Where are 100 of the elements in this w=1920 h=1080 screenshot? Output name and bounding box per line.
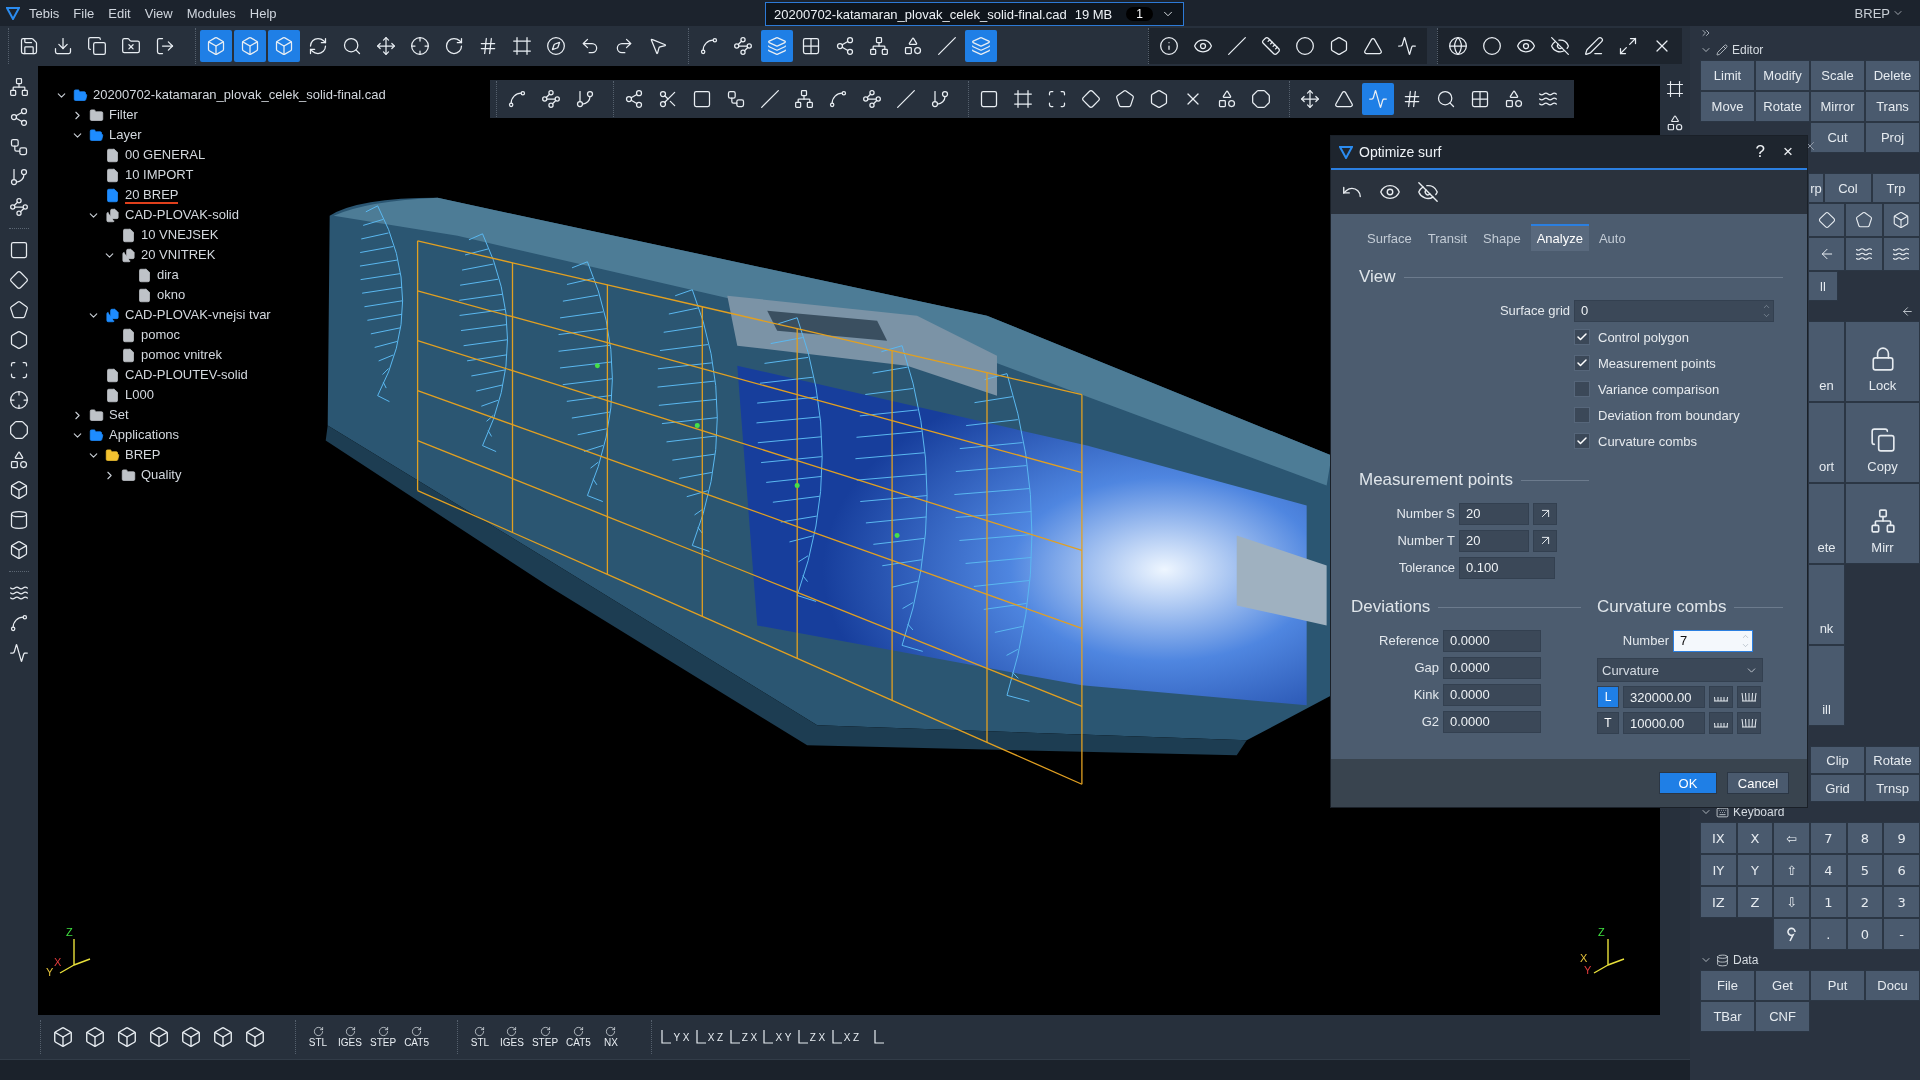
- tree-item-label[interactable]: Filter: [109, 106, 138, 124]
- panel-button[interactable]: Modify: [1755, 60, 1810, 91]
- mode-dropdown[interactable]: Curvature: [1597, 658, 1763, 682]
- panel-button[interactable]: Mirror: [1810, 91, 1865, 122]
- keypad-key[interactable]: IY: [1700, 854, 1737, 886]
- tool-button[interactable]: nk: [1808, 564, 1845, 645]
- keypad-key[interactable]: ⇩: [1773, 886, 1810, 918]
- tree-item-label[interactable]: CAD-PLOUTEV-solid: [125, 366, 248, 384]
- keypad-key[interactable]: ⇦: [1773, 822, 1810, 854]
- keypad-key[interactable]: 3: [1883, 886, 1920, 918]
- tree-item-label[interactable]: 20 VNITREK: [141, 246, 216, 264]
- keypad-key[interactable]: IX: [1700, 822, 1737, 854]
- axis-view-button[interactable]: Y X: [659, 1020, 690, 1054]
- panel-button[interactable]: CNF: [1755, 1001, 1810, 1032]
- dialog-tab[interactable]: Shape: [1477, 224, 1527, 251]
- surface-grid-spinner[interactable]: 0: [1574, 299, 1774, 322]
- panel-button[interactable]: Limit: [1700, 60, 1755, 91]
- menu-item[interactable]: Edit: [103, 3, 136, 23]
- panel-button[interactable]: Get: [1755, 970, 1810, 1001]
- export-button[interactable]: NX: [596, 1020, 625, 1054]
- menu-item[interactable]: View: [139, 3, 178, 23]
- tree-item-label[interactable]: 20200702-katamaran_plovak_celek_solid-final.cad: [93, 86, 386, 104]
- panel-button[interactable]: Move: [1700, 91, 1755, 122]
- help-button[interactable]: ?: [1749, 142, 1772, 162]
- axis-view-button[interactable]: X Y: [761, 1020, 792, 1054]
- panel-button[interactable]: Trnsp: [1865, 774, 1920, 802]
- dialog-button[interactable]: Cancel: [1727, 772, 1789, 794]
- input-field[interactable]: 20: [1459, 529, 1529, 552]
- panel-button[interactable]: Grid: [1810, 774, 1865, 802]
- panel-tab[interactable]: Col: [1824, 173, 1872, 203]
- tree-item-label[interactable]: 00 GENERAL: [125, 146, 206, 164]
- scale-toggle[interactable]: T: [1597, 712, 1619, 734]
- keypad-key[interactable]: 2: [1846, 886, 1884, 918]
- tree-item-label[interactable]: 10 IMPORT: [125, 166, 194, 184]
- tree-item-label[interactable]: okno: [157, 286, 186, 304]
- input-field[interactable]: 10000.00: [1623, 712, 1705, 734]
- export-button[interactable]: CAT5: [564, 1020, 593, 1054]
- tool-button[interactable]: Lock: [1845, 321, 1920, 402]
- dialog-tab[interactable]: Analyze: [1530, 224, 1589, 251]
- tree-item-label[interactable]: Layer: [109, 126, 142, 144]
- keypad-key[interactable]: Y: [1736, 854, 1774, 886]
- panel-button[interactable]: Scale: [1810, 60, 1865, 91]
- tool-button[interactable]: ete: [1808, 483, 1845, 564]
- tree-item-label[interactable]: dira: [157, 266, 179, 284]
- export-button[interactable]: STL: [465, 1020, 494, 1054]
- checkbox-label[interactable]: Measurement points: [1598, 355, 1716, 371]
- keypad-key[interactable]: IZ: [1700, 886, 1737, 918]
- tree-item-label[interactable]: pomoc: [141, 326, 181, 344]
- checkbox-label[interactable]: Curvature combs: [1598, 433, 1697, 449]
- tree-item-label[interactable]: L000: [125, 386, 154, 404]
- axis-view-button[interactable]: X Z: [829, 1020, 860, 1054]
- input-field[interactable]: 0.0000: [1443, 656, 1541, 679]
- panel-tab[interactable]: rp: [1808, 173, 1824, 203]
- menu-item[interactable]: Tebis: [24, 3, 65, 23]
- panel-button[interactable]: Rotate: [1865, 746, 1920, 774]
- panel-button[interactable]: Put: [1810, 970, 1865, 1001]
- panel-tab[interactable]: Trp: [1872, 173, 1920, 203]
- dialog-button[interactable]: OK: [1659, 772, 1717, 794]
- panel-button[interactable]: Delete: [1865, 60, 1920, 91]
- tree-item-label[interactable]: Applications: [109, 426, 180, 444]
- scale-toggle[interactable]: L: [1597, 686, 1619, 708]
- input-field[interactable]: 0.0000: [1443, 710, 1541, 733]
- keypad-key[interactable]: 6: [1883, 854, 1920, 886]
- tree-item-label[interactable]: CAD-PLOVAK-vnejsi tvar: [125, 306, 271, 324]
- tool-button[interactable]: ill: [1808, 645, 1845, 726]
- panel-button[interactable]: File: [1700, 970, 1755, 1001]
- keypad-key[interactable]: 7: [1810, 822, 1847, 854]
- menu-item[interactable]: Modules: [181, 3, 241, 23]
- import-button[interactable]: STEP: [368, 1020, 399, 1054]
- panel-button[interactable]: Proj: [1865, 122, 1920, 153]
- dialog-tab[interactable]: Transit: [1421, 224, 1474, 251]
- tree-item-label[interactable]: Quality: [141, 466, 182, 484]
- panel-button[interactable]: Docu: [1865, 970, 1920, 1001]
- panel-button[interactable]: Clip: [1810, 746, 1865, 774]
- keypad-key[interactable]: 1: [1810, 886, 1847, 918]
- tool-button[interactable]: Mirr: [1845, 483, 1920, 564]
- tree-item-label[interactable]: pomoc vnitrek: [141, 346, 222, 364]
- tool-button[interactable]: ort: [1808, 402, 1845, 483]
- tree-item-label[interactable]: BREP: [125, 446, 161, 464]
- input-field[interactable]: 0.0000: [1443, 683, 1541, 706]
- document-tab[interactable]: 20200702-katamaran_plovak_celek_solid-final.cad 19 MB 1: [765, 2, 1184, 26]
- import-button[interactable]: IGES: [336, 1020, 364, 1054]
- mode-selector[interactable]: BREP: [1854, 5, 1914, 21]
- dialog-tab[interactable]: Auto: [1592, 224, 1632, 251]
- import-button[interactable]: STL: [304, 1020, 332, 1054]
- panel-button[interactable]: ll: [1808, 271, 1838, 301]
- dialog-tab[interactable]: Surface: [1361, 224, 1418, 251]
- import-button[interactable]: CAT5: [402, 1020, 431, 1054]
- keypad-key[interactable]: .: [1810, 918, 1847, 950]
- tree-item-label[interactable]: 10 VNEJSEK: [141, 226, 219, 244]
- input-field[interactable]: 320000.00: [1623, 686, 1705, 708]
- panel-button[interactable]: Trans: [1865, 91, 1920, 122]
- tool-button[interactable]: en: [1808, 321, 1845, 402]
- tree-item-label[interactable]: Set: [109, 406, 129, 424]
- menu-item[interactable]: File: [68, 3, 100, 23]
- input-field[interactable]: 0.0000: [1443, 629, 1541, 652]
- tree-item-label[interactable]: 20 BREP: [125, 186, 179, 204]
- panel-button[interactable]: TBar: [1700, 1001, 1755, 1032]
- axis-view-button[interactable]: X Z: [693, 1020, 724, 1054]
- menu-item[interactable]: Help: [244, 3, 282, 23]
